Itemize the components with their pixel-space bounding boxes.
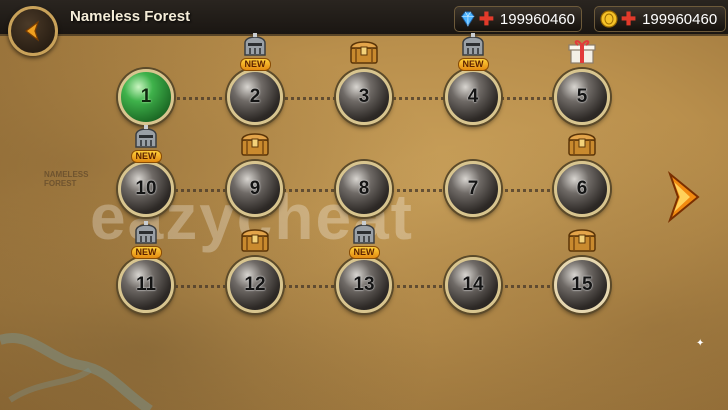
stage-node-12[interactable]: 12 [227,257,283,313]
back-button[interactable] [8,6,58,56]
stage-6-reward-badge [562,123,602,163]
stage-3-reward-badge [344,31,384,71]
gold-coin-icon [600,10,618,28]
stage-node-14[interactable]: 14 [445,257,501,313]
stage-node-15[interactable]: 15 [554,257,610,313]
stage-node-3[interactable]: 3 [336,69,392,125]
stage-number: 4 [467,86,479,107]
stage-number: 3 [358,86,370,107]
stage-number: 15 [571,274,593,295]
stage-number: 2 [249,86,261,107]
stage-node-11[interactable]: 11 [118,257,174,313]
new-tag: NEW [457,58,489,71]
stage-15-reward-badge [562,219,602,259]
stage-node-8[interactable]: 8 [336,161,392,217]
gold-counter[interactable]: ✚ 199960460 [594,6,726,32]
stage-13-reward-badge: NEW [344,219,384,259]
gold-amount: 199960460 [642,10,718,28]
stage-11-reward-badge: NEW [126,219,166,259]
page-title: Nameless Forest [70,8,191,25]
map-region-label: NAMELESS FOREST [44,170,89,188]
new-tag: NEW [348,246,380,259]
new-tag: NEW [130,246,162,259]
stage-number: 12 [244,274,266,295]
back-arrow-icon [25,20,40,42]
stage-2-reward-badge: NEW [235,31,275,71]
stage-number: 7 [467,178,479,199]
stage-number: 8 [358,178,370,199]
stage-number: 11 [135,274,157,295]
gem-amount: 199960460 [499,10,575,28]
stage-node-7[interactable]: 7 [445,161,501,217]
stage-number: 5 [576,86,588,107]
stage-4-reward-badge: NEW [453,31,493,71]
add-gems-icon[interactable]: ✚ [479,10,494,28]
stage-number: 6 [576,178,588,199]
chest-icon [347,36,381,71]
stage-12-reward-badge [235,219,275,259]
stage-node-2[interactable]: 2 [227,69,283,125]
stage-node-4[interactable]: 4 [445,69,501,125]
stage-node-1[interactable]: 1 [118,69,174,125]
stage-number: 13 [353,274,375,295]
gift-icon [565,36,599,71]
stage-node-5[interactable]: 5 [554,69,610,125]
stage-node-10[interactable]: 10 [118,161,174,217]
sparkle-decoration: ✦ [696,338,705,349]
chest-icon [565,128,599,163]
stage-10-reward-badge: NEW [126,123,166,163]
stage-5-reward-badge [562,31,602,71]
gem-icon [461,11,475,27]
stage-number: 1 [140,86,152,107]
stage-node-13[interactable]: 13 [336,257,392,313]
next-page-arrow-icon[interactable] [664,170,704,224]
stage-number: 10 [135,178,157,199]
chest-icon [238,128,272,163]
add-gold-icon[interactable]: ✚ [621,10,636,28]
stage-9-reward-badge [235,123,275,163]
stage-number: 14 [462,274,484,295]
chest-icon [238,224,272,259]
new-tag: NEW [239,58,271,71]
chest-icon [565,224,599,259]
stage-number: 9 [249,178,261,199]
stage-node-9[interactable]: 9 [227,161,283,217]
stage-node-6[interactable]: 6 [554,161,610,217]
new-tag: NEW [130,150,162,163]
